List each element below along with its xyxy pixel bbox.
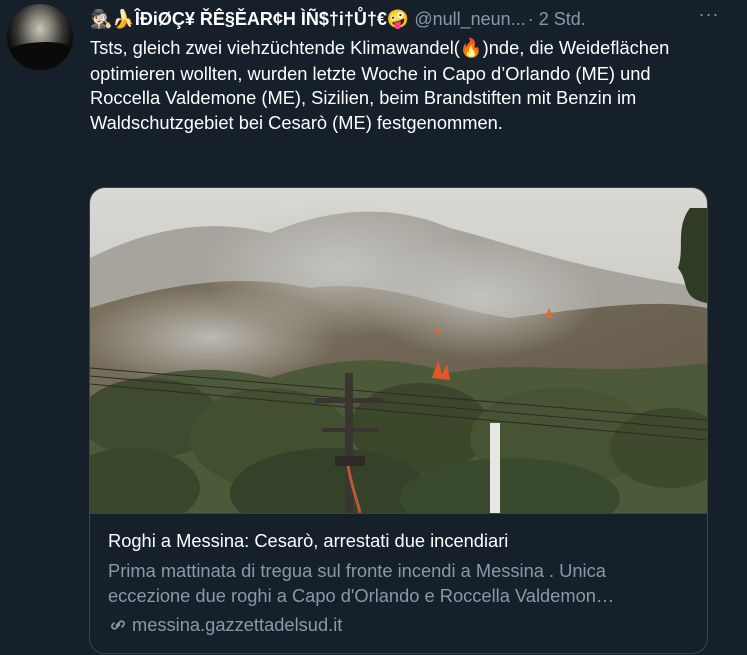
- separator-dot: ·: [527, 8, 534, 29]
- card-description: Prima mattinata di tregua sul fronte inc…: [108, 560, 615, 606]
- card-title: Roghi a Messina: Cesarò, arrestati due i…: [108, 530, 509, 551]
- tweet[interactable]: 🕵🏻🍌ÎĐiØÇ¥ ŘÊ§ĚAR¢H ÌÑ$†i†Ů†€🤪 @null_neun…: [0, 0, 747, 655]
- card-body: Roghi a Messina: Cesarò, arrestati due i…: [108, 529, 693, 637]
- card-domain-text: messina.gazzettadelsud.it: [132, 614, 343, 635]
- tweet-header: 🕵🏻🍌ÎĐiØÇ¥ ŘÊ§ĚAR¢H ÌÑ$†i†Ů†€🤪 @null_neun…: [90, 6, 727, 32]
- avatar[interactable]: [7, 4, 73, 70]
- timestamp[interactable]: 2 Std.: [539, 9, 586, 30]
- user-handle[interactable]: @null_neun...: [414, 9, 525, 30]
- tweet-text-part1: Tsts, gleich zwei viehzüchtende Klimawan…: [90, 37, 460, 58]
- more-horizontal-icon: ···: [698, 4, 720, 24]
- tweet-text: Tsts, gleich zwei viehzüchtende Klimawan…: [90, 36, 710, 135]
- more-button[interactable]: ···: [694, 4, 724, 28]
- link-icon: [111, 620, 125, 630]
- card-domain: messina.gazzettadelsud.it: [108, 613, 693, 637]
- fire-emoji-icon: 🔥: [459, 38, 483, 59]
- avatar-silhouette: [7, 42, 73, 70]
- display-name[interactable]: 🕵🏻🍌ÎĐiØÇ¥ ŘÊ§ĚAR¢H ÌÑ$†i†Ů†€🤪: [90, 9, 409, 30]
- card-image: [90, 188, 707, 514]
- link-preview-card[interactable]: Roghi a Messina: Cesarò, arrestati due i…: [89, 187, 708, 654]
